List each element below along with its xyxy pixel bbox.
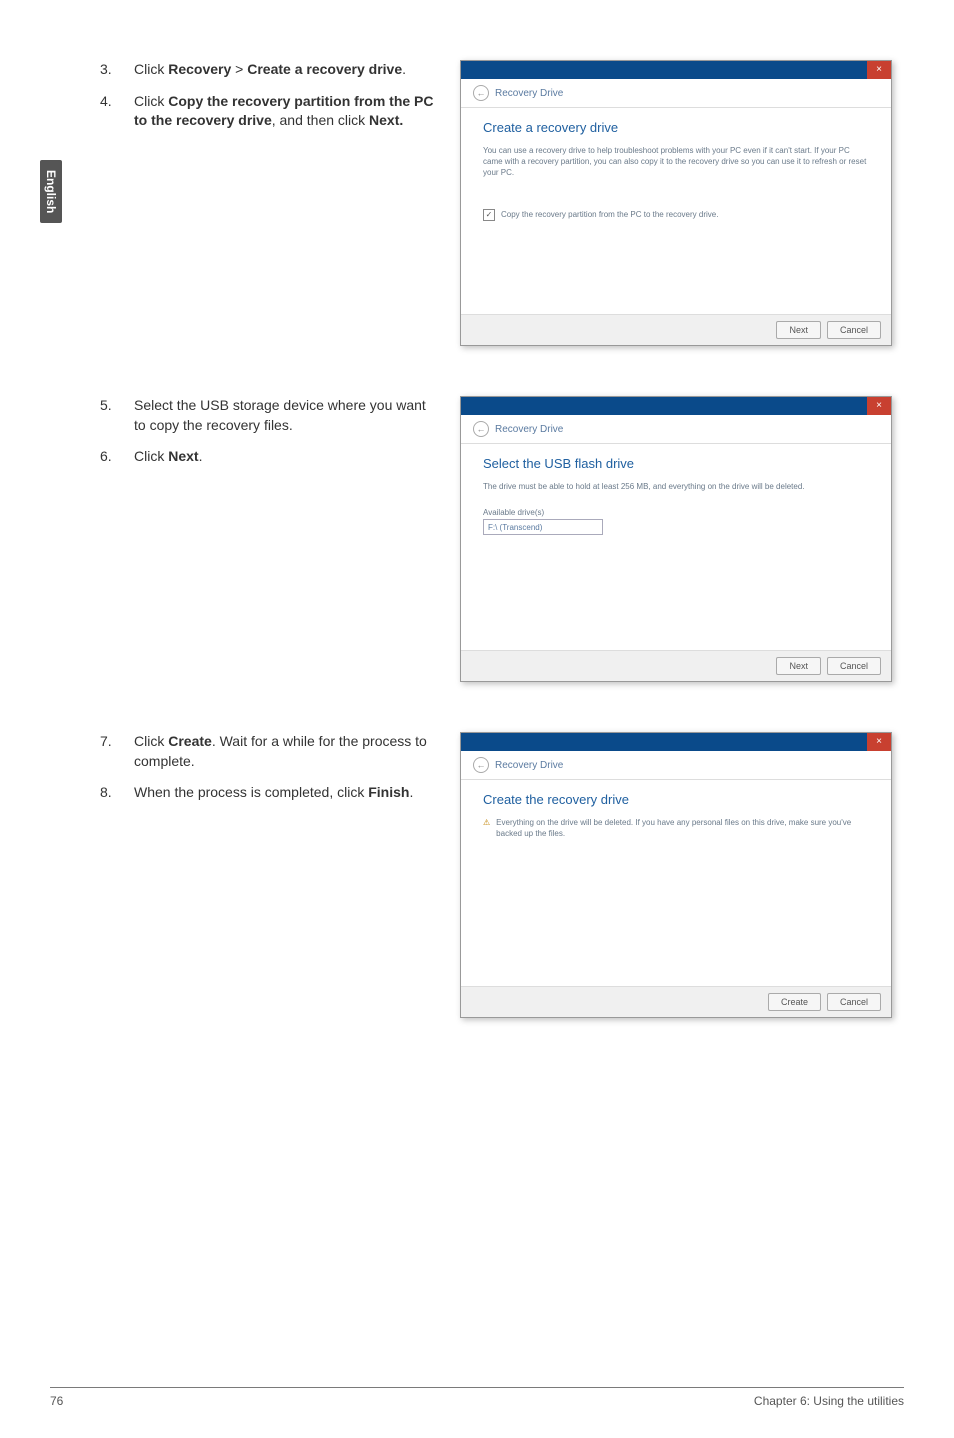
step-num: 7. [100,732,134,771]
text: When the process is completed, click [134,784,368,800]
step-6: 6. Click Next. [100,447,440,467]
available-drives-label: Available drive(s) [483,508,869,517]
copy-partition-checkbox[interactable]: ✓ Copy the recovery partition from the P… [483,209,869,221]
titlebar: × [461,397,891,415]
text: . [199,448,203,464]
dialog-body: Create a recovery drive You can use a re… [461,108,891,314]
next-button[interactable]: Next [776,657,821,675]
breadcrumb: ← Recovery Drive [461,79,891,108]
breadcrumb-label: Recovery Drive [495,88,563,99]
instructions-3: 7. Click Create. Wait for a while for th… [100,732,440,815]
dialog-title: Create a recovery drive [483,120,869,135]
step-num: 3. [100,60,134,80]
step-4: 4. Click Copy the recovery partition fro… [100,92,440,131]
breadcrumb-label: Recovery Drive [495,424,563,435]
close-icon[interactable]: × [867,397,891,415]
dialog-footer: Create Cancel [461,986,891,1017]
dialog-footer: Next Cancel [461,650,891,681]
next-button[interactable]: Next [776,321,821,339]
chapter-title: Chapter 6: Using the utilities [754,1394,904,1408]
text: , and then click [272,112,369,128]
warning-text: Everything on the drive will be deleted.… [496,817,869,839]
page-footer: 76 Chapter 6: Using the utilities [50,1387,904,1408]
text: Click [134,61,168,77]
text: Click [134,733,168,749]
text: . [409,784,413,800]
back-icon[interactable]: ← [473,421,489,437]
cancel-button[interactable]: Cancel [827,993,881,1011]
text: Click [134,93,168,109]
section-1: 3. Click Recovery > Create a recovery dr… [50,60,904,346]
create-button[interactable]: Create [768,993,821,1011]
dialog-footer: Next Cancel [461,314,891,345]
dialog-select-usb: × ← Recovery Drive Select the USB flash … [460,396,892,682]
bold: Create a recovery drive [247,61,402,77]
instructions-2: 5. Select the USB storage device where y… [100,396,440,479]
titlebar: × [461,733,891,751]
text: > [231,61,247,77]
breadcrumb-label: Recovery Drive [495,760,563,771]
checkbox-icon[interactable]: ✓ [483,209,495,221]
step-text: Click Create. Wait for a while for the p… [134,732,440,771]
side-tab-english: English [40,160,62,223]
bold: Next [168,448,198,464]
step-text: Click Copy the recovery partition from t… [134,92,440,131]
drive-item[interactable]: F:\ (Transcend) [483,519,603,535]
text: Click [134,448,168,464]
warning-icon: ⚠ [483,817,490,839]
step-7: 7. Click Create. Wait for a while for th… [100,732,440,771]
step-num: 5. [100,396,134,435]
step-text: Click Next. [134,447,440,467]
dialog-create-recovery: × ← Recovery Drive Create a recovery dri… [460,60,892,346]
cancel-button[interactable]: Cancel [827,657,881,675]
dialog-create: × ← Recovery Drive Create the recovery d… [460,732,892,1018]
dialog-title: Create the recovery drive [483,792,869,807]
bold: Finish [368,784,409,800]
breadcrumb: ← Recovery Drive [461,415,891,444]
back-icon[interactable]: ← [473,757,489,773]
dialog-para: The drive must be able to hold at least … [483,481,869,492]
bold: Create [168,733,212,749]
step-text: When the process is completed, click Fin… [134,783,440,803]
warning-row: ⚠ Everything on the drive will be delete… [483,817,869,839]
checkbox-label: Copy the recovery partition from the PC … [501,210,718,219]
bold: Recovery [168,61,231,77]
step-num: 6. [100,447,134,467]
dialog-body: Select the USB flash drive The drive mus… [461,444,891,650]
close-icon[interactable]: × [867,61,891,79]
titlebar: × [461,61,891,79]
back-icon[interactable]: ← [473,85,489,101]
step-8: 8. When the process is completed, click … [100,783,440,803]
step-5: 5. Select the USB storage device where y… [100,396,440,435]
dialog-title: Select the USB flash drive [483,456,869,471]
step-3: 3. Click Recovery > Create a recovery dr… [100,60,440,80]
step-num: 8. [100,783,134,803]
step-text: Select the USB storage device where you … [134,396,440,435]
step-num: 4. [100,92,134,131]
section-3: 7. Click Create. Wait for a while for th… [50,732,904,1018]
text: . [402,61,406,77]
bold: Next. [369,112,403,128]
section-2: 5. Select the USB storage device where y… [50,396,904,682]
close-icon[interactable]: × [867,733,891,751]
breadcrumb: ← Recovery Drive [461,751,891,780]
step-text: Click Recovery > Create a recovery drive… [134,60,440,80]
instructions-1: 3. Click Recovery > Create a recovery dr… [100,60,440,143]
dialog-para: You can use a recovery drive to help tro… [483,145,869,179]
dialog-body: Create the recovery drive ⚠ Everything o… [461,780,891,986]
page-number: 76 [50,1394,63,1408]
cancel-button[interactable]: Cancel [827,321,881,339]
